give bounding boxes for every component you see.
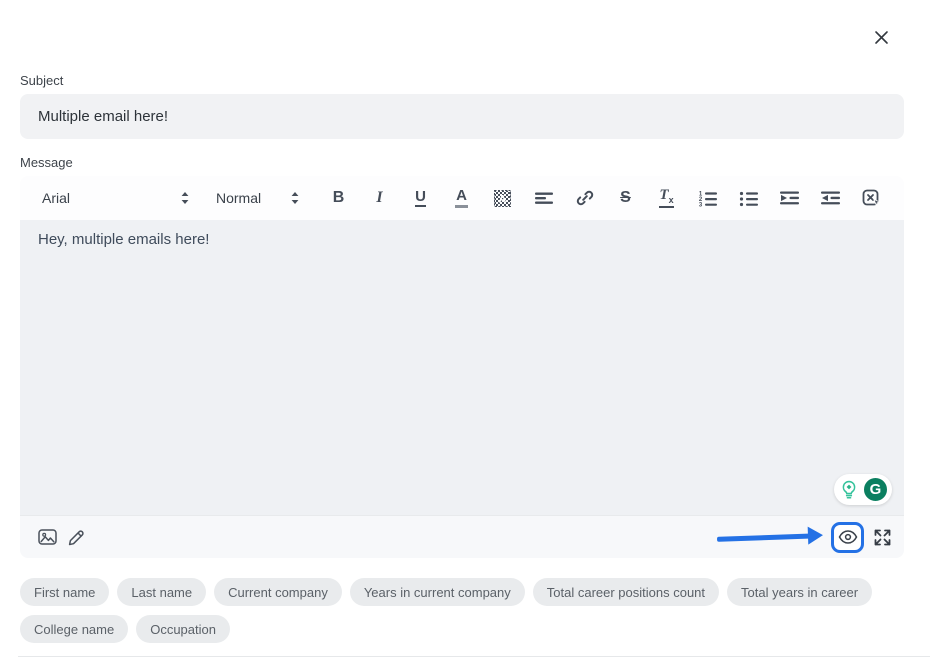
chip-total-years-in-career[interactable]: Total years in career xyxy=(727,578,872,606)
chip-last-name[interactable]: Last name xyxy=(117,578,206,606)
indent-button[interactable] xyxy=(777,184,802,212)
remove-element-icon xyxy=(862,188,882,208)
editor-footer xyxy=(20,515,904,558)
italic-icon: I xyxy=(376,189,382,207)
message-body[interactable]: Hey, multiple emails here! G xyxy=(20,220,904,515)
variable-chips: First name Last name Current company Yea… xyxy=(20,578,910,643)
svg-text:A: A xyxy=(499,193,507,205)
message-text: Hey, multiple emails here! xyxy=(38,231,209,248)
strikethrough-icon: S xyxy=(620,189,631,207)
ordered-list-button[interactable]: 1 2 3 xyxy=(695,184,720,212)
strikethrough-button[interactable]: S xyxy=(613,184,638,212)
link-button[interactable] xyxy=(572,184,597,212)
outdent-icon xyxy=(821,190,840,206)
eye-icon xyxy=(838,529,858,545)
svg-text:3: 3 xyxy=(699,202,703,206)
lightbulb-icon xyxy=(839,480,859,500)
updown-arrows-icon xyxy=(290,191,300,205)
bottom-divider xyxy=(18,656,930,657)
subject-label: Subject xyxy=(20,73,63,88)
chip-total-career-positions-count[interactable]: Total career positions count xyxy=(533,578,719,606)
annotation-arrow xyxy=(717,526,824,548)
bold-button[interactable]: B xyxy=(326,184,351,212)
bullet-list-button[interactable] xyxy=(736,184,761,212)
updown-arrows-icon xyxy=(180,191,190,205)
ordered-list-icon: 1 2 3 xyxy=(698,190,717,207)
background-color-button[interactable]: A xyxy=(490,184,515,212)
paragraph-style-picker[interactable]: Normal xyxy=(216,184,300,212)
image-icon xyxy=(38,528,57,546)
font-family-value: Arial xyxy=(42,190,70,206)
outdent-button[interactable] xyxy=(818,184,843,212)
bold-icon: B xyxy=(333,189,345,207)
underline-button[interactable]: U xyxy=(408,184,433,212)
align-button[interactable] xyxy=(531,184,556,212)
expand-icon xyxy=(873,528,892,547)
close-icon xyxy=(874,30,889,45)
chip-current-company[interactable]: Current company xyxy=(214,578,342,606)
underline-icon: U xyxy=(415,189,426,207)
subject-input[interactable] xyxy=(20,94,904,139)
clear-formatting-icon: Tx xyxy=(659,188,673,207)
grammarly-logo-button[interactable]: G xyxy=(862,476,889,503)
grammarly-widget: G xyxy=(834,474,892,505)
chip-years-in-current-company[interactable]: Years in current company xyxy=(350,578,525,606)
fullscreen-button[interactable] xyxy=(870,525,894,549)
grammarly-suggestion-button[interactable] xyxy=(836,477,862,503)
align-icon xyxy=(535,190,553,206)
insert-image-button[interactable] xyxy=(34,524,60,550)
editor-toolbar: Arial Normal B I U A xyxy=(20,176,904,220)
background-color-icon: A xyxy=(494,190,511,207)
edit-pencil-button[interactable] xyxy=(64,524,90,550)
pencil-icon xyxy=(67,527,87,547)
message-editor: Arial Normal B I U A xyxy=(20,176,904,558)
clear-formatting-button[interactable]: Tx xyxy=(654,184,679,212)
text-color-icon: A xyxy=(455,188,468,208)
paragraph-style-value: Normal xyxy=(216,190,261,206)
remove-element-button[interactable] xyxy=(859,184,884,212)
italic-button[interactable]: I xyxy=(367,184,392,212)
text-color-button[interactable]: A xyxy=(449,184,474,212)
font-family-picker[interactable]: Arial xyxy=(42,184,190,212)
chip-college-name[interactable]: College name xyxy=(20,615,128,643)
close-button[interactable] xyxy=(870,26,892,48)
chip-first-name[interactable]: First name xyxy=(20,578,109,606)
message-label: Message xyxy=(20,155,73,170)
chip-occupation[interactable]: Occupation xyxy=(136,615,230,643)
bullet-list-icon xyxy=(739,190,758,207)
indent-icon xyxy=(780,190,799,206)
link-icon xyxy=(576,189,594,207)
preview-button[interactable] xyxy=(831,522,864,553)
